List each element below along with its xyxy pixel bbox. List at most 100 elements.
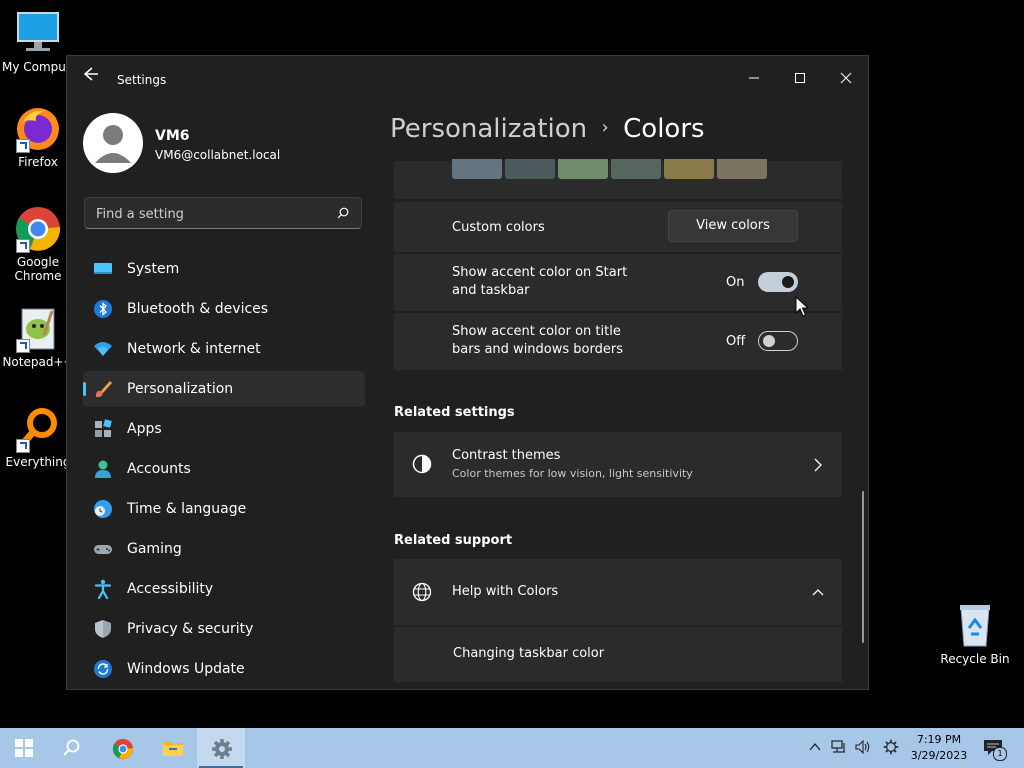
- maximize-icon: [795, 73, 805, 83]
- monitor-icon: [14, 10, 62, 58]
- chevron-right-icon: [814, 458, 822, 472]
- setting-label-line: Show accent color on title: [452, 324, 621, 339]
- title-bar[interactable]: Settings: [67, 56, 868, 92]
- sidebar-item-accounts[interactable]: Accounts: [83, 451, 365, 487]
- sidebar-item-label: Bluetooth & devices: [127, 301, 269, 317]
- desktop-icon-everything[interactable]: Everything: [0, 405, 76, 469]
- user-email: VM6@collabnet.local: [155, 148, 281, 162]
- search-icon: [63, 739, 80, 756]
- network-icon[interactable]: [831, 740, 847, 754]
- sidebar-item-bluetooth[interactable]: Bluetooth & devices: [83, 291, 365, 327]
- custom-colors-row: Custom colors View colors: [394, 202, 842, 252]
- search-box[interactable]: [84, 197, 362, 229]
- changing-taskbar-color-link[interactable]: Changing taskbar color: [453, 645, 604, 663]
- mouse-cursor-icon: [795, 296, 809, 317]
- toggle-knob: [782, 276, 794, 288]
- desktop-icon-label: Firefox: [18, 155, 58, 169]
- accent-start-toggle[interactable]: [758, 272, 798, 292]
- brush-icon: [96, 381, 112, 398]
- gear-icon: [212, 739, 232, 759]
- sidebar-item-system[interactable]: System: [83, 251, 365, 287]
- notification-count-badge: 1: [993, 747, 1007, 761]
- minimize-button[interactable]: [731, 62, 777, 92]
- accent-swatch[interactable]: [452, 159, 502, 179]
- firefox-icon: [14, 105, 62, 153]
- taskbar-chrome-button[interactable]: [98, 728, 146, 768]
- sidebar-item-personalization[interactable]: Personalization: [83, 371, 365, 407]
- taskbar-file-explorer-button[interactable]: [148, 728, 196, 768]
- shortcut-arrow-icon: [16, 239, 30, 253]
- everything-search-icon: [14, 405, 62, 453]
- avatar: [83, 113, 143, 173]
- sidebar-item-label: Accounts: [127, 461, 191, 477]
- search-icon[interactable]: [337, 207, 349, 219]
- view-colors-button[interactable]: View colors: [668, 210, 798, 242]
- system-icon: [94, 263, 112, 274]
- back-button[interactable]: [79, 66, 101, 82]
- accent-swatch[interactable]: [717, 159, 767, 179]
- gamepad-icon: [94, 545, 112, 554]
- contrast-themes-row[interactable]: Contrast themes Color themes for low vis…: [394, 432, 842, 497]
- contrast-themes-subtitle: Color themes for low vision, light sensi…: [452, 467, 693, 480]
- breadcrumb-separator: ›: [601, 117, 609, 138]
- desktop-icon-recycle-bin[interactable]: Recycle Bin: [937, 602, 1013, 666]
- accent-swatch[interactable]: [505, 159, 555, 179]
- desktop-icon-my-computer[interactable]: My Comput: [0, 10, 76, 74]
- sidebar-item-gaming[interactable]: Gaming: [83, 531, 365, 567]
- accent-swatch[interactable]: [664, 159, 714, 179]
- sidebar-item-label: Privacy & security: [127, 621, 254, 637]
- accent-swatch[interactable]: [558, 159, 608, 179]
- clock-time: 7:19 PM: [916, 733, 962, 746]
- taskbar-clock[interactable]: 7:19 PM 3/29/2023: [905, 732, 973, 764]
- sidebar-item-privacy-security[interactable]: Privacy & security: [83, 611, 365, 647]
- content-scrollbar[interactable]: [862, 491, 864, 643]
- sidebar-item-apps[interactable]: Apps: [83, 411, 365, 447]
- start-button[interactable]: [0, 728, 48, 768]
- taskbar-settings-button[interactable]: [197, 728, 245, 768]
- sidebar-item-label: Apps: [127, 421, 162, 437]
- setting-label: Show accent color on Start and taskbar: [452, 264, 627, 300]
- page-title: Colors: [623, 114, 705, 144]
- related-settings-heading: Related settings: [394, 405, 515, 420]
- wifi-icon: [94, 342, 112, 356]
- close-button[interactable]: [823, 62, 868, 92]
- globe-icon: [412, 582, 432, 602]
- accent-swatch[interactable]: [611, 159, 661, 179]
- gear-icon[interactable]: [883, 739, 899, 755]
- toggle-state-text: On: [726, 275, 745, 290]
- sidebar-item-time-language[interactable]: Time & language: [83, 491, 365, 527]
- toggle-state-text: Off: [726, 334, 746, 349]
- person-icon: [95, 460, 111, 478]
- accent-titlebar-toggle[interactable]: [758, 331, 798, 351]
- breadcrumb: Personalization › Colors: [390, 114, 705, 144]
- help-with-colors-header[interactable]: Help with Colors: [394, 559, 842, 625]
- sidebar-item-label: Network & internet: [127, 341, 261, 357]
- clock-date: 3/29/2023: [910, 749, 968, 762]
- help-content-panel: Changing taskbar color: [394, 627, 842, 682]
- chevron-up-icon[interactable]: [808, 740, 822, 754]
- bluetooth-icon: [94, 300, 112, 318]
- taskbar-search-button[interactable]: [48, 728, 96, 768]
- desktop-icon-firefox[interactable]: Firefox: [0, 105, 76, 169]
- desktop-icon-label: Google Chrome: [14, 255, 62, 283]
- sidebar-nav: System Bluetooth & devices Network & int…: [83, 251, 365, 689]
- breadcrumb-parent[interactable]: Personalization: [390, 114, 587, 144]
- setting-label: Show accent color on title bars and wind…: [452, 323, 623, 359]
- shield-icon: [95, 620, 111, 638]
- desktop-icon-chrome[interactable]: Google Chrome: [0, 205, 76, 283]
- desktop-icon-notepadpp[interactable]: Notepad++: [0, 305, 76, 369]
- sidebar-item-accessibility[interactable]: Accessibility: [83, 571, 365, 607]
- search-input[interactable]: [94, 203, 328, 225]
- sidebar-item-network[interactable]: Network & internet: [83, 331, 365, 367]
- minimize-icon: [749, 77, 759, 79]
- sidebar-item-label: Windows Update: [127, 661, 245, 677]
- notification-center-button[interactable]: 1: [980, 736, 1007, 761]
- shortcut-arrow-icon: [16, 439, 30, 453]
- volume-icon[interactable]: [855, 740, 871, 754]
- maximize-button[interactable]: [777, 62, 823, 92]
- chrome-icon: [14, 205, 62, 253]
- back-arrow-icon: [83, 67, 98, 81]
- sidebar-item-windows-update[interactable]: Windows Update: [83, 651, 365, 687]
- setting-label-line: Show accent color on Start: [452, 265, 628, 280]
- chrome-icon: [112, 738, 134, 760]
